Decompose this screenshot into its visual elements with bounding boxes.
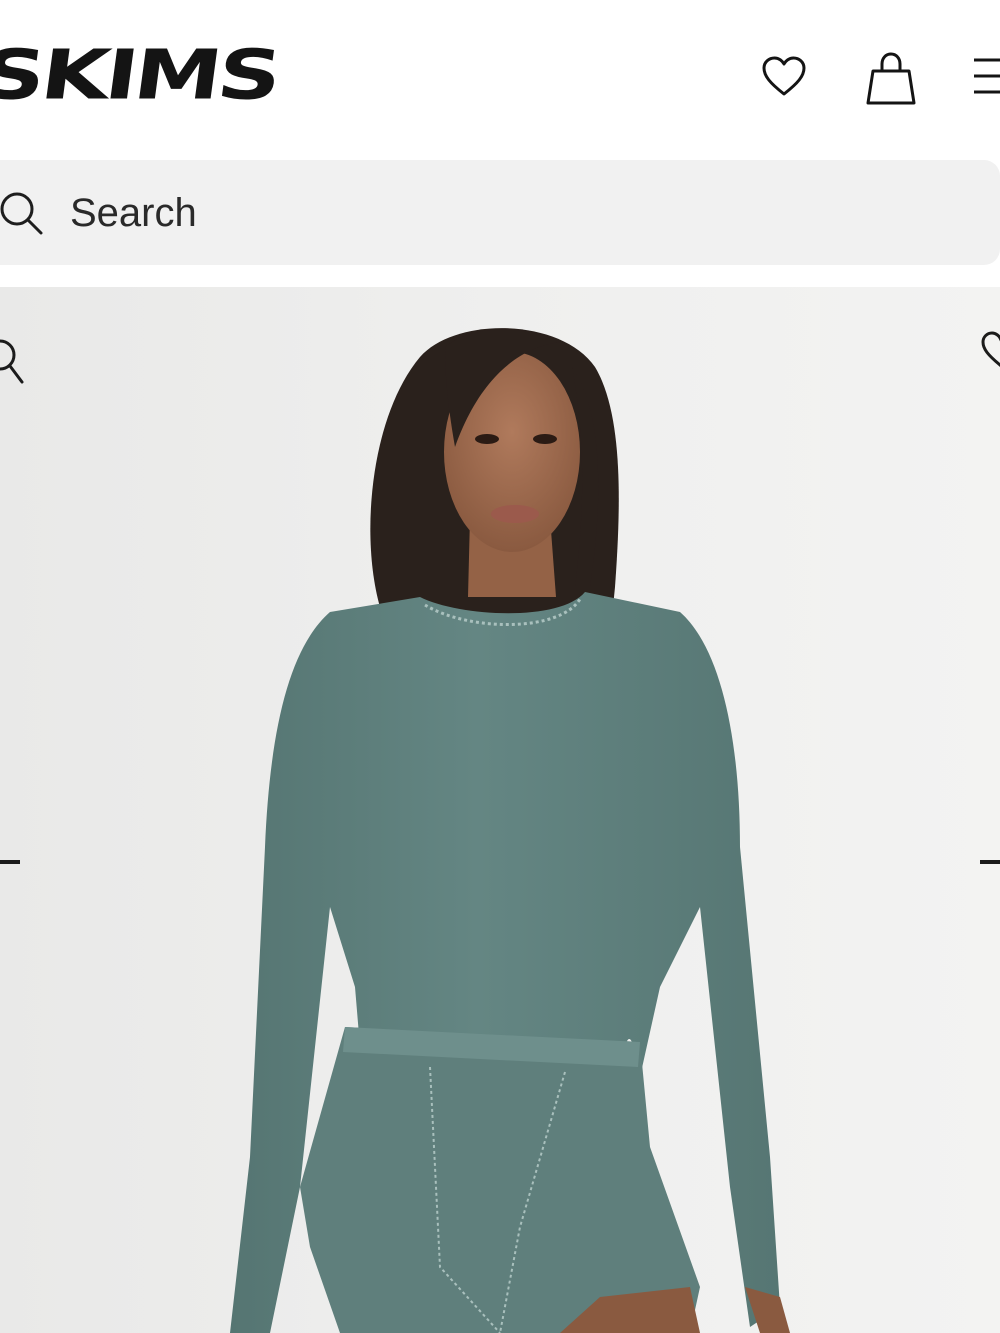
shopping-bag-button[interactable] xyxy=(862,50,920,108)
previous-arrow-icon[interactable] xyxy=(0,860,20,864)
product-page: SKIMS Search xyxy=(0,0,1000,1333)
search-bar[interactable]: Search xyxy=(0,160,1000,265)
search-input[interactable]: Search xyxy=(70,188,197,238)
hamburger-menu-icon xyxy=(974,58,1000,94)
heart-icon xyxy=(762,56,806,96)
product-image-carousel[interactable] xyxy=(0,287,1000,1333)
heart-icon[interactable] xyxy=(980,329,1000,369)
zoom-icon[interactable] xyxy=(0,335,26,387)
next-arrow-icon[interactable] xyxy=(980,860,1000,864)
menu-button[interactable] xyxy=(968,54,1000,98)
shopping-bag-icon xyxy=(866,52,916,105)
wishlist-button[interactable] xyxy=(757,50,811,104)
search-icon xyxy=(0,192,43,235)
product-photo xyxy=(0,287,1000,1333)
brand-logo[interactable]: SKIMS xyxy=(0,34,283,114)
site-header: SKIMS xyxy=(0,0,1000,150)
